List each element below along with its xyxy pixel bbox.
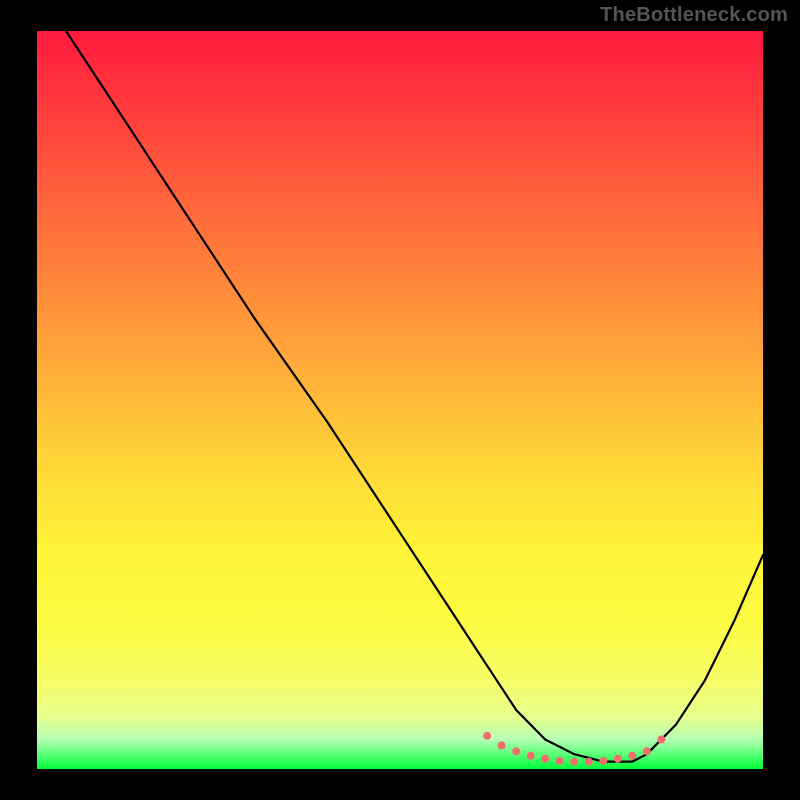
curve-path [66, 31, 763, 762]
trough-markers [483, 732, 665, 766]
trough-dot [570, 758, 578, 766]
trough-dot [585, 758, 593, 766]
trough-dot [628, 752, 636, 760]
trough-dot [614, 755, 622, 763]
chart-svg [37, 31, 763, 769]
chart-frame: TheBottleneck.com [0, 0, 800, 800]
trough-dot [541, 755, 549, 763]
trough-dot [643, 747, 651, 755]
trough-dot [512, 747, 520, 755]
trough-dot [483, 732, 491, 740]
trough-dot [657, 736, 665, 744]
trough-dot [498, 741, 506, 749]
trough-dot [599, 757, 607, 765]
watermark-text: TheBottleneck.com [600, 4, 788, 27]
plot-area [37, 31, 763, 769]
trough-dot [527, 752, 535, 760]
trough-dot [556, 757, 564, 765]
